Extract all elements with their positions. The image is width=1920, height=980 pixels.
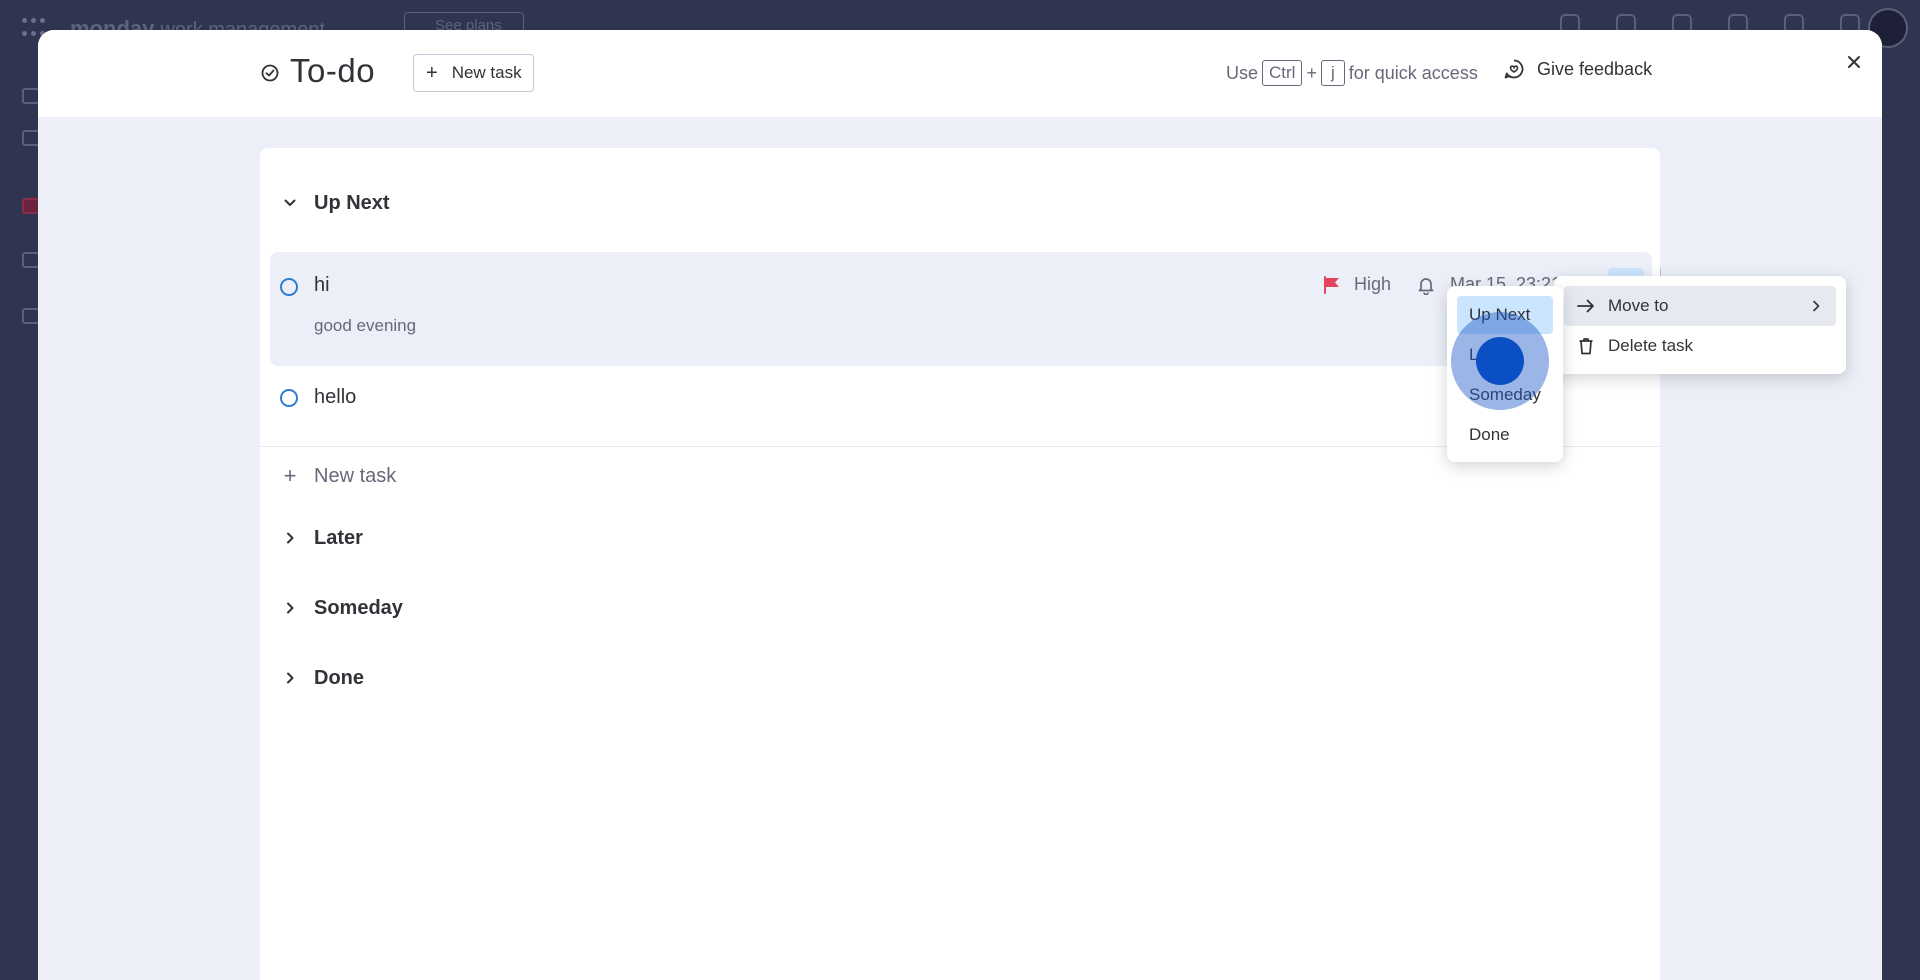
section-label: Later: [314, 526, 363, 549]
quick-access-prefix: Use: [1226, 62, 1259, 83]
quick-access-suffix: for quick access: [1348, 62, 1478, 83]
new-task-button[interactable]: + New task: [413, 54, 534, 92]
background-topbar: monday work management See plans: [0, 0, 1920, 48]
check-circle-icon: [261, 64, 279, 82]
add-new-task-label: New task: [314, 464, 397, 487]
modal-header: To-do + New task Use Ctrl + j for quick …: [38, 30, 1882, 117]
task-row[interactable]: hello: [270, 368, 1652, 428]
arrow-right-icon: [1574, 294, 1598, 318]
quick-access-hint: Use Ctrl + j for quick access: [1226, 60, 1478, 86]
task-complete-checkbox[interactable]: [280, 389, 298, 407]
task-options-menu: Move to Delete task: [1554, 276, 1846, 374]
chevron-right-icon: [280, 598, 300, 618]
chevron-right-icon: [280, 668, 300, 688]
flag-icon: [1324, 275, 1339, 294]
task-name[interactable]: hello: [314, 386, 356, 409]
move-to-done[interactable]: Done: [1457, 416, 1553, 454]
close-icon: [1848, 56, 1860, 68]
task-note[interactable]: good evening: [314, 316, 416, 336]
give-feedback-button[interactable]: Give feedback: [1503, 58, 1652, 80]
delete-task-label: Delete task: [1608, 336, 1694, 355]
move-to-label: Move to: [1608, 296, 1669, 315]
task-row[interactable]: hi good evening High Mar 15, 23:21 ···: [270, 252, 1684, 366]
task-complete-checkbox[interactable]: [280, 278, 298, 296]
trash-icon: [1574, 334, 1598, 358]
plus-icon: +: [426, 62, 438, 84]
move-to-menu-item[interactable]: Move to: [1564, 286, 1836, 326]
section-up-next[interactable]: Up Next: [260, 183, 1660, 223]
plus-sign: +: [1306, 62, 1317, 83]
plus-icon: +: [283, 463, 297, 488]
feedback-icon: [1504, 59, 1524, 79]
new-task-button-label: New task: [451, 63, 522, 82]
bell-icon: [1418, 277, 1434, 295]
give-feedback-label: Give feedback: [1537, 58, 1653, 79]
delete-task-menu-item[interactable]: Delete task: [1564, 326, 1836, 366]
priority-badge[interactable]: High: [1322, 274, 1391, 295]
page-title: To-do: [290, 52, 376, 89]
tasks-card: Up Next hi good evening High Mar 15, 23:…: [260, 148, 1684, 980]
section-label: Someday: [314, 596, 403, 619]
section-label: Done: [314, 666, 364, 689]
todo-modal: To-do + New task Use Ctrl + j for quick …: [38, 30, 1882, 980]
priority-label: High: [1354, 274, 1392, 294]
section-later[interactable]: Later: [260, 518, 1660, 558]
j-key: j: [1320, 60, 1345, 86]
chevron-right-icon: [280, 528, 300, 548]
chevron-right-icon: [1810, 298, 1822, 318]
task-name[interactable]: hi: [314, 274, 330, 297]
click-indicator-dot: [1476, 337, 1524, 385]
section-done[interactable]: Done: [260, 658, 1660, 698]
section-label: Up Next: [314, 191, 390, 214]
section-someday[interactable]: Someday: [260, 588, 1660, 628]
chevron-down-icon: [280, 193, 300, 213]
ctrl-key: Ctrl: [1262, 60, 1303, 86]
close-modal-button[interactable]: [1842, 50, 1866, 74]
